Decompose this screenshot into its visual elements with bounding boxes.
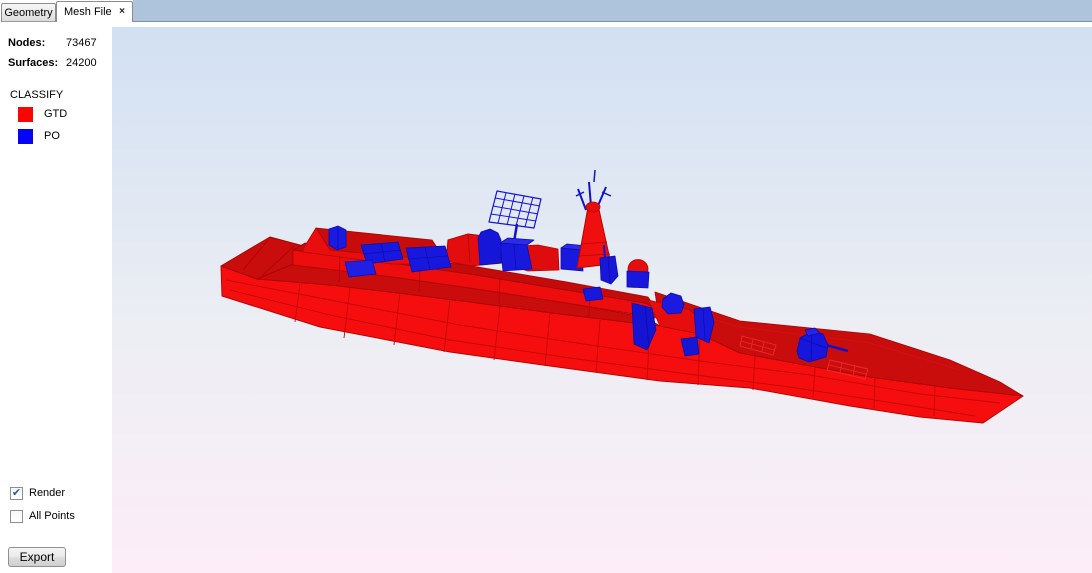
all-points-checkbox[interactable] bbox=[10, 510, 23, 523]
all-points-checkbox-row: All Points bbox=[10, 509, 75, 523]
mesh-scene bbox=[112, 27, 1092, 573]
classify-heading: CLASSIFY bbox=[10, 89, 112, 101]
render-checkbox[interactable]: ✔ bbox=[10, 487, 23, 500]
gtd-color-swatch bbox=[18, 107, 33, 122]
classify-legend: CLASSIFY GTD PO bbox=[0, 89, 112, 144]
render-checkbox-row: ✔ Render bbox=[10, 486, 65, 500]
legend-item-gtd: GTD bbox=[18, 107, 112, 122]
mesh-viewport[interactable] bbox=[112, 27, 1092, 573]
tab-mesh-file-label: Mesh File bbox=[64, 2, 112, 22]
nodes-label: Nodes: bbox=[8, 36, 66, 50]
tab-bar: Geometry Mesh File × bbox=[0, 0, 1092, 22]
tab-geometry[interactable]: Geometry bbox=[1, 3, 56, 22]
nodes-value: 73467 bbox=[66, 37, 97, 49]
gtd-label: GTD bbox=[44, 107, 67, 122]
surfaces-label: Surfaces: bbox=[8, 56, 66, 70]
tab-geometry-label: Geometry bbox=[4, 7, 52, 19]
nodes-stat: Nodes:73467 bbox=[8, 36, 112, 56]
render-checkbox-label: Render bbox=[29, 487, 65, 499]
export-button[interactable]: Export bbox=[8, 547, 66, 567]
surfaces-value: 24200 bbox=[66, 57, 97, 69]
tab-mesh-file[interactable]: Mesh File × bbox=[56, 1, 133, 22]
tab-close-icon[interactable]: × bbox=[119, 7, 125, 17]
sidebar: Nodes:73467 Surfaces:24200 CLASSIFY GTD … bbox=[0, 22, 112, 573]
all-points-checkbox-label: All Points bbox=[29, 510, 75, 522]
surfaces-stat: Surfaces:24200 bbox=[8, 56, 112, 76]
po-color-swatch bbox=[18, 129, 33, 144]
po-label: PO bbox=[44, 129, 60, 144]
legend-item-po: PO bbox=[18, 129, 112, 144]
tab-bar-filler bbox=[133, 0, 1092, 22]
mesh-stats: Nodes:73467 Surfaces:24200 bbox=[0, 22, 112, 76]
